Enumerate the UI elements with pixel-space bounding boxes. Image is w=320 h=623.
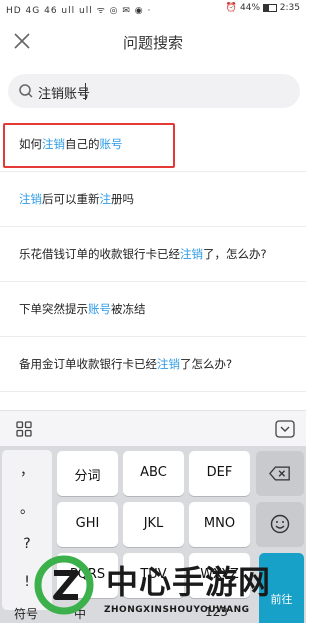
search-icon — [19, 84, 33, 98]
search-input[interactable] — [36, 81, 290, 103]
highlighted-term: 注销 — [157, 357, 180, 371]
header: 问题搜索 — [0, 16, 306, 66]
result-segment: 了怎么办? — [180, 357, 233, 371]
battery-icon — [262, 3, 277, 12]
highlighted-term: 注 — [99, 192, 112, 206]
battery-percent: 44% — [240, 3, 261, 13]
watermark-logo — [34, 555, 94, 615]
result-segment: 被冻结 — [111, 302, 146, 316]
status-indicators: HD 4G 46 ull ull ᯤ ◎ ✉ ◉ · — [6, 6, 152, 16]
emoji-key[interactable] — [256, 502, 304, 547]
list-item[interactable]: 乐花借钱订单的收款银行卡已经注销了，怎么办? — [0, 227, 306, 282]
result-text: 下单突然提示账号被冻结 — [19, 301, 146, 317]
list-item[interactable]: 注销后可以重新注册吗 — [0, 172, 306, 227]
result-segment: 后可以重新 — [42, 192, 100, 206]
page-title: 问题搜索 — [122, 34, 183, 52]
symbol-key[interactable]: ? — [2, 536, 52, 552]
watermark-subtext: ZHONGXINSHOUYOUWANG — [104, 605, 250, 615]
result-segment: 下单突然提示 — [19, 302, 88, 316]
key-label: GHI — [75, 516, 100, 531]
text-caret — [85, 83, 86, 100]
result-segment: 乐花借钱订单的收款银行卡已经 — [19, 247, 180, 261]
key-abc[interactable]: ABC — [123, 451, 184, 496]
key-fenci[interactable]: 分词 — [57, 451, 118, 496]
key-jkl[interactable]: JKL — [123, 502, 184, 547]
search-box[interactable] — [8, 74, 300, 108]
result-text: 备用金订单收款银行卡已经注销了怎么办? — [19, 356, 232, 372]
result-segment: 备用金订单收款银行卡已经 — [19, 357, 157, 371]
watermark-text: 中心手游网 — [106, 563, 272, 601]
highlight-annotation-box — [3, 123, 175, 168]
status-bar: HD 4G 46 ull ull ᯤ ◎ ✉ ◉ · ⏰ 44% 2:35 — [0, 0, 306, 16]
keyboard-hide-icon[interactable] — [275, 420, 295, 438]
alarm-icon: ⏰ — [225, 3, 238, 13]
status-right: ⏰ 44% 2:35 — [226, 3, 300, 13]
grid-icon[interactable] — [16, 421, 32, 437]
result-text: 注销后可以重新注册吗 — [19, 191, 134, 207]
list-item[interactable]: 下单突然提示账号被冻结 — [0, 282, 306, 337]
key-label: 分词 — [74, 469, 101, 484]
key-label: MNO — [203, 516, 236, 531]
result-segment: 册吗 — [111, 192, 134, 206]
highlighted-term: 账号 — [88, 302, 111, 316]
key-label: DEF — [206, 465, 233, 480]
keyboard-toolbar — [0, 410, 306, 447]
backspace-icon — [269, 466, 290, 481]
emoji-icon — [270, 514, 290, 534]
result-text: 乐花借钱订单的收款银行卡已经注销了，怎么办? — [19, 246, 267, 262]
result-segment: 了，怎么办? — [203, 247, 267, 261]
clock: 2:35 — [279, 3, 300, 13]
backspace-key[interactable] — [256, 451, 304, 496]
watermark: 中心手游网 ZHONGXINSHOUYOUWANG — [34, 555, 306, 623]
symbol-key[interactable]: ， — [2, 460, 52, 480]
key-label: ABC — [140, 465, 167, 480]
symbol-key[interactable]: 。 — [2, 498, 52, 518]
key-label: JKL — [143, 516, 164, 531]
key-ghi[interactable]: GHI — [57, 502, 118, 547]
list-item[interactable]: 备用金订单收款银行卡已经注销了怎么办? — [0, 337, 306, 392]
highlighted-term: 注销 — [180, 247, 203, 261]
highlighted-term: 注销 — [19, 192, 42, 206]
key-def[interactable]: DEF — [189, 451, 250, 496]
key-mno[interactable]: MNO — [189, 502, 250, 547]
